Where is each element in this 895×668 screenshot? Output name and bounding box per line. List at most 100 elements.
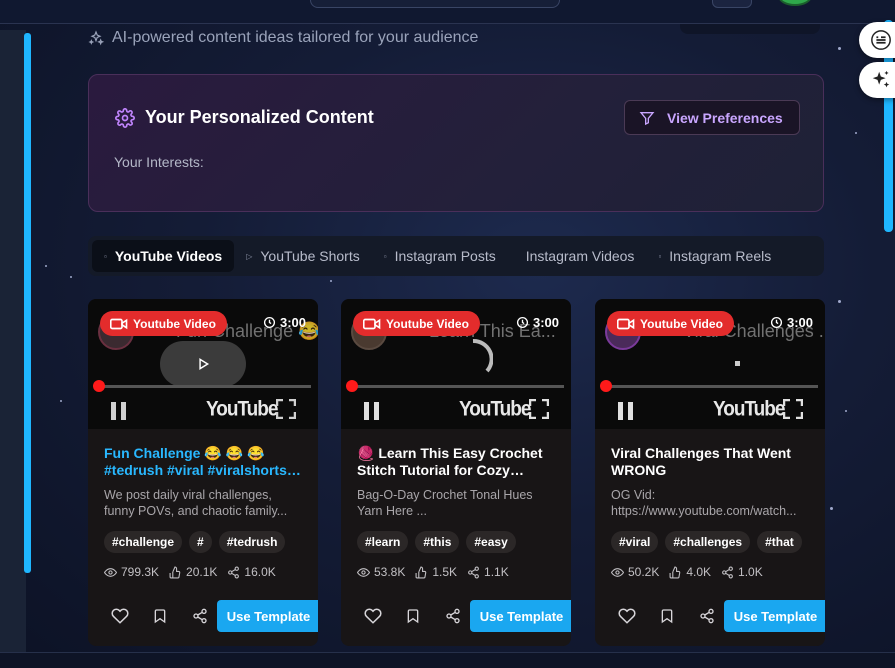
- badge-label: Youtube Video: [386, 316, 469, 331]
- sparkles-icon: [88, 30, 104, 46]
- personalized-title-text: Your Personalized Content: [145, 107, 374, 127]
- heart-icon[interactable]: [607, 607, 647, 625]
- personalized-content-card: Your Personalized Content Your Interests…: [88, 74, 824, 212]
- tag[interactable]: #tedrush: [218, 531, 286, 553]
- likes-count: 1.5K: [432, 565, 458, 579]
- bookmark-icon[interactable]: [393, 608, 433, 624]
- tag[interactable]: #challenge: [104, 531, 183, 553]
- use-template-button[interactable]: Use Template: [470, 600, 571, 632]
- badge-label: Youtube Video: [640, 316, 723, 331]
- tab-label: YouTube Videos: [114, 248, 223, 264]
- share-icon[interactable]: [687, 608, 727, 624]
- video-progress-bar[interactable]: [93, 380, 311, 392]
- share-icon[interactable]: [433, 608, 473, 624]
- content-type-tabs: ▫ YouTube Videos ▷ YouTube Shorts ▫ Inst…: [88, 236, 824, 276]
- share-icon[interactable]: [180, 608, 220, 624]
- tab-youtube-shorts[interactable]: ▷ YouTube Shorts: [234, 240, 372, 272]
- share-icon: [228, 566, 240, 578]
- video-camera-icon: [617, 318, 635, 329]
- tag[interactable]: #: [189, 531, 212, 553]
- avatar[interactable]: [778, 0, 812, 6]
- tag[interactable]: #easy: [466, 531, 516, 553]
- views-count: 53.8K: [374, 565, 406, 579]
- video-title[interactable]: 🧶 Learn This Easy Crochet Stitch Tutoria…: [357, 445, 555, 479]
- video-icon: ▫: [104, 251, 107, 261]
- tab-label: Instagram Reels: [669, 248, 772, 264]
- image-icon: ▫: [383, 251, 387, 261]
- video-progress-bar[interactable]: [600, 380, 818, 392]
- eye-icon: [104, 567, 117, 577]
- left-scrollbar[interactable]: [24, 33, 31, 573]
- fullscreen-icon[interactable]: [528, 398, 550, 424]
- video-title[interactable]: Fun Challenge 😂 😂 😂 #tedrush #viral #vir…: [104, 445, 302, 479]
- tag[interactable]: #that: [757, 531, 802, 553]
- clock-icon: [263, 316, 276, 329]
- badge-label: Youtube Video: [133, 316, 216, 331]
- eye-icon: [611, 567, 624, 577]
- youtube-video-badge: Youtube Video: [353, 311, 480, 336]
- fullscreen-icon[interactable]: [275, 398, 297, 424]
- tab-label: YouTube Shorts: [260, 248, 360, 264]
- tab-label: Instagram Posts: [394, 248, 496, 264]
- tag[interactable]: #learn: [357, 531, 409, 553]
- share-icon: [722, 566, 733, 578]
- video-camera-icon: [363, 318, 381, 329]
- quote-list-icon: [867, 26, 895, 54]
- loading-indicator: [735, 361, 740, 366]
- shares-count: 1.0K: [738, 565, 763, 579]
- youtube-logo: YouTube: [713, 397, 785, 421]
- video-card: Viral Challenges ... Youtube Video 3:00 …: [595, 299, 825, 646]
- video-description: We post daily viral challenges, funny PO…: [104, 488, 288, 518]
- tag-list: #viral #challenges #that: [611, 531, 809, 553]
- youtube-logo: YouTube: [206, 397, 278, 421]
- tag[interactable]: #challenges: [665, 531, 751, 553]
- shares-count: 16.0K: [244, 565, 276, 579]
- use-template-button[interactable]: Use Template: [217, 600, 318, 632]
- view-preferences-label: View Preferences: [667, 109, 783, 126]
- star-decoration: [838, 300, 841, 303]
- top-action-button[interactable]: [712, 0, 752, 8]
- notes-float-button[interactable]: [859, 22, 895, 58]
- video-progress-bar[interactable]: [346, 380, 564, 392]
- progress-handle[interactable]: [93, 380, 105, 392]
- page-subtitle: AI-powered content ideas tailored for yo…: [88, 29, 478, 47]
- youtube-video-badge: Youtube Video: [100, 311, 227, 336]
- heart-icon[interactable]: [100, 607, 140, 625]
- use-template-button[interactable]: Use Template: [724, 600, 825, 632]
- video-title[interactable]: Viral Challenges That Went WRONG: [611, 445, 809, 479]
- pause-icon[interactable]: [617, 401, 635, 426]
- star-decoration: [45, 265, 47, 267]
- tab-label: Instagram Videos: [525, 248, 635, 264]
- play-button[interactable]: [160, 341, 246, 387]
- personalized-title: Your Personalized Content: [115, 107, 374, 128]
- video-stats: 50.2K 4.0K 1.0K: [611, 565, 809, 579]
- reels-icon: ▫: [658, 251, 662, 261]
- tab-youtube-videos[interactable]: ▫ YouTube Videos: [92, 240, 235, 272]
- tab-instagram-reels[interactable]: ▫ Instagram Reels: [646, 240, 783, 272]
- fullscreen-icon[interactable]: [782, 398, 804, 424]
- tab-instagram-posts[interactable]: ▫ Instagram Posts: [372, 240, 508, 272]
- heart-icon[interactable]: [353, 607, 393, 625]
- progress-handle[interactable]: [346, 380, 358, 392]
- star-decoration: [845, 410, 847, 412]
- tag[interactable]: #this: [415, 531, 460, 553]
- gear-icon: [115, 107, 135, 128]
- left-sidebar: [0, 30, 26, 660]
- tab-instagram-videos[interactable]: Instagram Videos: [508, 240, 647, 272]
- pause-icon[interactable]: [110, 401, 128, 426]
- duration-text: 3:00: [532, 315, 559, 330]
- view-preferences-button[interactable]: View Preferences: [624, 100, 800, 135]
- video-thumbnail[interactable]: Viral Challenges ... Youtube Video 3:00 …: [595, 299, 825, 429]
- pause-icon[interactable]: [363, 401, 381, 426]
- video-thumbnail[interactable]: Learn This Ea... Youtube Video 3:00 YouT…: [341, 299, 571, 429]
- video-stats: 53.8K 1.5K 1.1K: [357, 565, 555, 579]
- bookmark-icon[interactable]: [647, 608, 687, 624]
- progress-handle[interactable]: [600, 380, 612, 392]
- tag[interactable]: #viral: [611, 531, 659, 553]
- thumbs-up-icon: [169, 566, 181, 578]
- top-search-input[interactable]: [310, 0, 560, 8]
- ai-float-button[interactable]: [859, 62, 895, 98]
- bookmark-icon[interactable]: [140, 608, 180, 624]
- video-thumbnail[interactable]: Fun Challenge 😂 ... Youtube Video 3:00 Y…: [88, 299, 318, 429]
- video-card: Learn This Ea... Youtube Video 3:00 YouT…: [341, 299, 571, 646]
